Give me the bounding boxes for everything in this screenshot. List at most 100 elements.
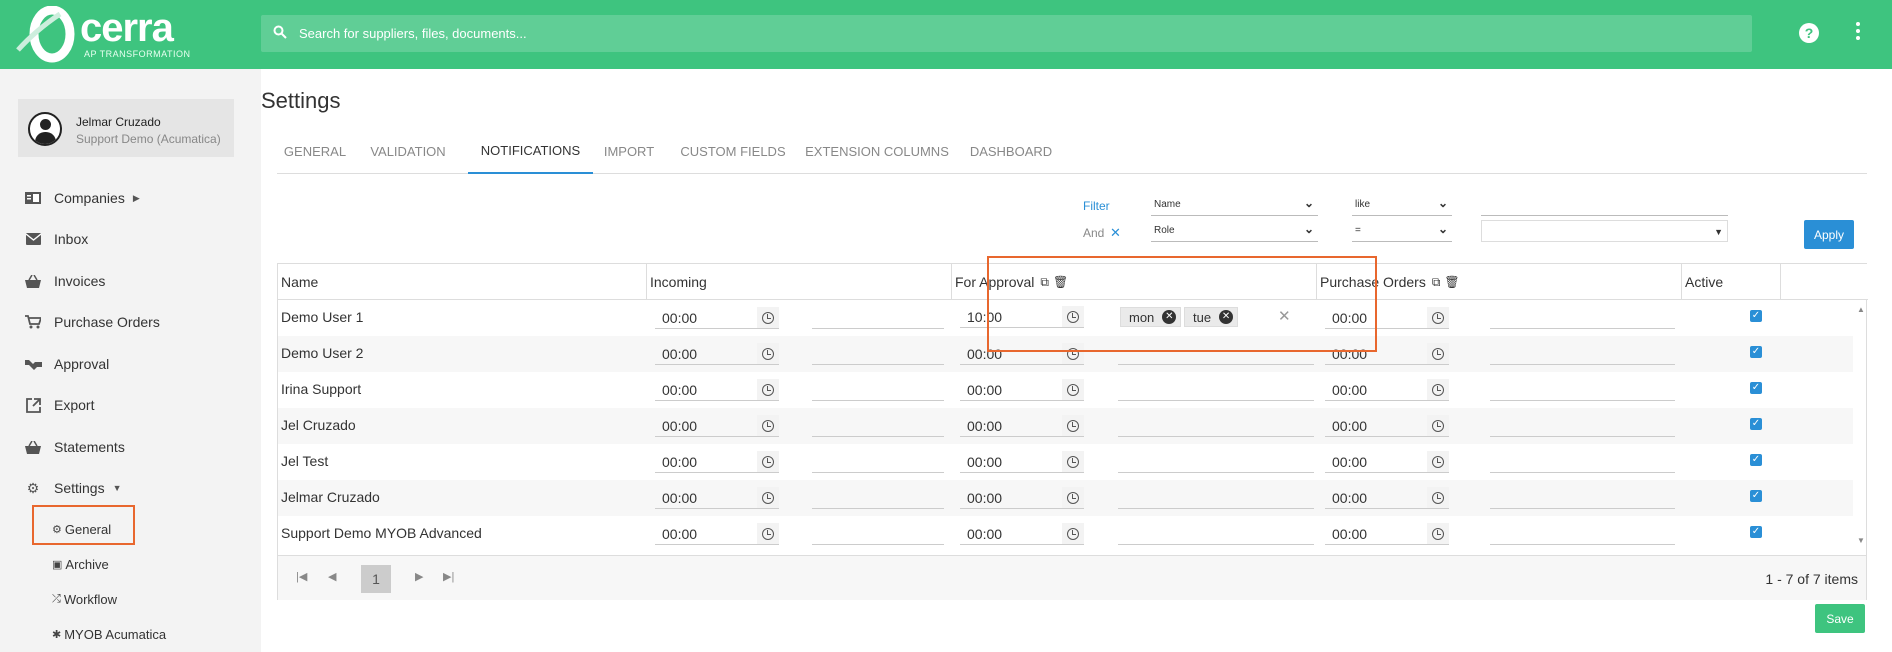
clock-icon[interactable] — [1062, 379, 1084, 401]
table-row[interactable]: Jelmar Cruzado 00:00 00:00 00:00 ✓ — [278, 480, 1853, 516]
scroll-up-icon[interactable]: ▲ — [1857, 305, 1865, 314]
po-days-input[interactable] — [1490, 343, 1675, 365]
active-checkbox[interactable]: ✓ — [1750, 526, 1762, 538]
column-header-name[interactable]: Name — [278, 264, 647, 300]
sidebar-subitem-workflow[interactable]: ⤮ Workflow — [52, 589, 117, 609]
clock-icon[interactable] — [757, 523, 779, 545]
approval-days-input[interactable] — [1118, 451, 1314, 473]
tab-extension-columns[interactable]: EXTENSION COLUMNS — [803, 129, 951, 174]
incoming-time-input[interactable]: 00:00 — [655, 379, 757, 401]
po-days-input[interactable] — [1490, 487, 1675, 509]
user-card[interactable]: Jelmar Cruzado Support Demo (Acumatica) — [18, 99, 234, 157]
clock-icon[interactable] — [757, 307, 779, 329]
filter-value-select-2[interactable]: ▼ — [1481, 220, 1728, 242]
search-input[interactable]: Search for suppliers, files, documents..… — [299, 26, 527, 41]
active-checkbox[interactable]: ✓ — [1750, 310, 1762, 322]
clock-icon[interactable] — [1427, 307, 1449, 329]
po-days-input[interactable] — [1490, 379, 1675, 401]
grid-scrollbar[interactable]: ▲ ▼ — [1855, 300, 1867, 555]
global-search[interactable]: Search for suppliers, files, documents..… — [261, 15, 1752, 52]
active-checkbox[interactable]: ✓ — [1750, 346, 1762, 358]
active-checkbox[interactable]: ✓ — [1750, 490, 1762, 502]
table-row[interactable]: Irina Support 00:00 00:00 00:00 ✓ — [278, 372, 1853, 408]
incoming-time-input[interactable]: 00:00 — [655, 487, 757, 509]
tab-validation[interactable]: VALIDATION — [361, 129, 455, 174]
approval-days-input[interactable] — [1118, 415, 1314, 437]
sidebar-item-settings[interactable]: ⚙ Settings ▼ — [24, 476, 122, 500]
clock-icon[interactable] — [1427, 379, 1449, 401]
incoming-time-input[interactable]: 00:00 — [655, 451, 757, 473]
save-button[interactable]: Save — [1815, 604, 1865, 633]
clock-icon[interactable] — [1427, 523, 1449, 545]
column-header-incoming[interactable]: Incoming — [647, 264, 952, 300]
incoming-days-input[interactable] — [812, 451, 944, 473]
clock-icon[interactable] — [1427, 343, 1449, 365]
filter-field-select-1[interactable]: Name ⌄ — [1151, 194, 1318, 216]
last-page-icon[interactable]: ▶| — [443, 570, 454, 583]
column-header-active[interactable]: Active — [1682, 264, 1781, 300]
approval-time-input[interactable]: 00:00 — [960, 379, 1062, 401]
table-row[interactable]: Jel Cruzado 00:00 00:00 00:00 ✓ — [278, 408, 1853, 444]
clock-icon[interactable] — [1062, 451, 1084, 473]
po-time-input[interactable]: 00:00 — [1325, 379, 1427, 401]
incoming-days-input[interactable] — [812, 415, 944, 437]
clock-icon[interactable] — [1062, 487, 1084, 509]
next-page-icon[interactable]: ▶ — [415, 570, 423, 583]
approval-time-input[interactable]: 00:00 — [960, 523, 1062, 545]
sidebar-item-invoices[interactable]: Invoices — [24, 269, 105, 293]
incoming-time-input[interactable]: 00:00 — [655, 343, 757, 365]
clock-icon[interactable] — [1062, 415, 1084, 437]
incoming-days-input[interactable] — [812, 523, 944, 545]
tab-notifications[interactable]: NOTIFICATIONS — [468, 129, 593, 174]
tab-dashboard[interactable]: DASHBOARD — [962, 129, 1060, 174]
clock-icon[interactable] — [757, 343, 779, 365]
incoming-time-input[interactable]: 00:00 — [655, 307, 757, 329]
active-checkbox[interactable]: ✓ — [1750, 454, 1762, 466]
sidebar-item-statements[interactable]: Statements — [24, 435, 125, 459]
clock-icon[interactable] — [1427, 487, 1449, 509]
sidebar-item-export[interactable]: Export — [24, 393, 94, 417]
trash-icon[interactable]: 🗑 — [1444, 275, 1459, 289]
filter-operator-select-1[interactable]: like ⌄ — [1352, 194, 1452, 216]
approval-time-input[interactable]: 00:00 — [960, 487, 1062, 509]
active-checkbox[interactable]: ✓ — [1750, 418, 1762, 430]
sidebar-item-companies[interactable]: Companies ▶ — [24, 186, 140, 210]
po-days-input[interactable] — [1490, 451, 1675, 473]
tab-import[interactable]: IMPORT — [599, 129, 659, 174]
sidebar-item-purchase-orders[interactable]: Purchase Orders — [24, 310, 160, 334]
clock-icon[interactable] — [757, 415, 779, 437]
po-days-input[interactable] — [1490, 523, 1675, 545]
sidebar-subitem-archive[interactable]: ▣ Archive — [52, 554, 109, 574]
more-menu-icon[interactable] — [1855, 22, 1861, 44]
current-page[interactable]: 1 — [361, 565, 391, 593]
tab-custom-fields[interactable]: CUSTOM FIELDS — [674, 129, 792, 174]
po-days-input[interactable] — [1490, 307, 1675, 329]
prev-page-icon[interactable]: ◀ — [328, 570, 336, 583]
approval-days-input[interactable] — [1118, 487, 1314, 509]
sidebar-item-inbox[interactable]: Inbox — [24, 227, 88, 251]
sidebar-subitem-myob-acumatica[interactable]: ✱ MYOB Acumatica — [52, 624, 166, 644]
scroll-down-icon[interactable]: ▼ — [1857, 536, 1865, 545]
po-time-input[interactable]: 00:00 — [1325, 415, 1427, 437]
table-row[interactable]: Support Demo MYOB Advanced 00:00 00:00 0… — [278, 516, 1853, 554]
copy-icon[interactable]: ⧉ — [1432, 275, 1441, 290]
approval-time-input[interactable]: 00:00 — [960, 451, 1062, 473]
po-time-input[interactable]: 00:00 — [1325, 523, 1427, 545]
po-time-input[interactable]: 00:00 — [1325, 451, 1427, 473]
help-icon[interactable]: ? — [1799, 23, 1819, 43]
tab-general[interactable]: GENERAL — [277, 129, 353, 174]
filter-field-select-2[interactable]: Role ⌄ — [1151, 220, 1318, 242]
apply-button[interactable]: Apply — [1804, 220, 1854, 249]
table-row[interactable]: Jel Test 00:00 00:00 00:00 ✓ — [278, 444, 1853, 480]
incoming-days-input[interactable] — [812, 379, 944, 401]
sidebar-item-approval[interactable]: Approval — [24, 352, 109, 376]
approval-days-input[interactable] — [1118, 379, 1314, 401]
incoming-days-input[interactable] — [812, 307, 944, 329]
clock-icon[interactable] — [1427, 451, 1449, 473]
approval-time-input[interactable]: 00:00 — [960, 415, 1062, 437]
incoming-time-input[interactable]: 00:00 — [655, 415, 757, 437]
clock-icon[interactable] — [1427, 415, 1449, 437]
clock-icon[interactable] — [1062, 523, 1084, 545]
incoming-days-input[interactable] — [812, 343, 944, 365]
incoming-time-input[interactable]: 00:00 — [655, 523, 757, 545]
